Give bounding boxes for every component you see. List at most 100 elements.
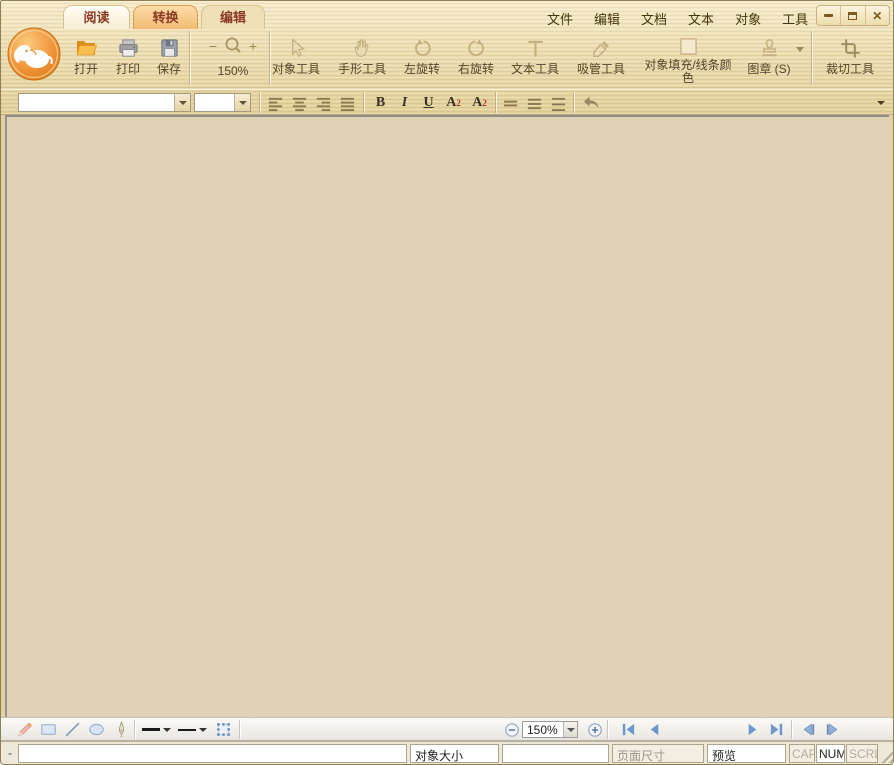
status-bar: - 对象大小 页面尺寸 预览 CAP NUM SCRL [1,741,894,765]
bottom-separator [607,720,608,739]
menu-tools[interactable]: 工具 [779,8,811,29]
tab-edit[interactable]: 编辑 [201,5,265,29]
menu-edit[interactable]: 编辑 [591,8,623,29]
align-justify-button[interactable] [336,92,359,114]
undo-icon [581,95,601,111]
printer-icon [117,32,140,60]
pencil-tool-button[interactable] [13,720,35,739]
pen-tool-button[interactable] [110,720,132,739]
tab-convert[interactable]: 转换 [133,5,198,29]
superscript-button[interactable]: A2 [441,92,466,114]
bottom-separator [134,720,135,739]
line-spacing-wide-icon [550,95,567,112]
cursor-arrow-icon [285,32,308,60]
rectangle-tool-button[interactable] [37,720,59,739]
toolbar-overflow-icon[interactable] [877,101,885,105]
page-zoom-in-button[interactable] [584,720,606,739]
align-right-button[interactable] [312,92,335,114]
select-objects-button[interactable] [212,720,234,739]
text-tool-button[interactable]: 文本工具 [505,32,565,85]
status-caps-lock: CAP [789,744,815,763]
app-logo-elephant-icon[interactable] [6,26,62,82]
line-style-icon [178,729,196,731]
stamp-tool-button[interactable]: 图章 (S) [739,32,799,85]
zoom-in-button[interactable]: + [249,39,257,53]
align-left-button[interactable] [264,92,287,114]
status-preview: 预览 [707,744,786,763]
font-family-value [19,94,174,111]
line-spacing-medium-button[interactable] [523,92,546,114]
font-size-value [195,94,234,111]
font-family-combo[interactable] [18,93,191,112]
save-floppy-icon [158,32,181,60]
menu-document[interactable]: 文档 [638,8,670,29]
eyedropper-tool-button[interactable]: 吸管工具 [571,32,631,85]
next-page-button[interactable] [741,720,763,739]
undo-button[interactable] [578,92,604,114]
align-center-button[interactable] [288,92,311,114]
previous-view-button[interactable] [797,720,819,739]
font-size-combo[interactable] [194,93,251,112]
ellipse-icon [87,720,106,739]
page-zoom-value: 150% [523,722,563,737]
line-weight-dropdown[interactable] [142,721,171,738]
hand-icon [351,32,374,60]
zoom-level-value[interactable]: 150% [197,64,269,78]
zoom-group: − + 150% [197,32,269,85]
line-spacing-tight-icon [502,95,519,112]
minimize-button[interactable] [817,6,841,25]
bold-button[interactable]: B [369,92,392,114]
close-button[interactable]: ✕ [866,6,889,25]
maximize-icon [848,12,857,20]
first-page-icon [620,721,637,738]
font-size-dropdown-icon[interactable] [234,94,250,111]
align-center-icon [291,95,308,112]
page-zoom-combo[interactable]: 150% [522,721,578,738]
maximize-button[interactable] [841,6,865,25]
format-separator [259,92,260,113]
stamp-dropdown-icon[interactable] [796,47,804,52]
line-style-caret-icon [199,728,207,732]
crop-icon [839,32,862,60]
save-button[interactable]: 保存 [147,32,191,85]
hand-tool-button[interactable]: 手形工具 [332,32,392,85]
next-view-button[interactable] [821,720,843,739]
menu-file[interactable]: 文件 [544,8,576,29]
object-tool-button[interactable]: 对象工具 [266,32,326,85]
previous-page-button[interactable] [643,720,665,739]
underline-button[interactable]: U [417,92,440,114]
subscript-button[interactable]: A2 [467,92,492,114]
last-page-button[interactable] [765,720,787,739]
resize-grip[interactable] [878,748,893,763]
rotate-right-button[interactable]: 右旋转 [451,32,501,85]
font-family-dropdown-icon[interactable] [174,94,190,111]
open-button[interactable]: 打开 [64,32,108,85]
tab-read[interactable]: 阅读 [63,5,130,29]
menu-text[interactable]: 文本 [685,8,717,29]
line-tool-button[interactable] [61,720,83,739]
rotate-right-icon [465,32,488,60]
rotate-left-button[interactable]: 左旋转 [397,32,447,85]
magnifier-icon[interactable] [222,35,244,57]
first-page-button[interactable] [617,720,639,739]
ellipse-tool-button[interactable] [85,720,107,739]
line-icon [63,720,82,739]
menu-object[interactable]: 对象 [732,8,764,29]
line-style-dropdown[interactable] [178,721,207,738]
italic-button[interactable]: I [393,92,416,114]
print-button[interactable]: 打印 [106,32,150,85]
pdf-editor-window: 阅读 转换 编辑 文件 编辑 文档 文本 对象 工具 帮助 ✕ [0,0,894,765]
color-swatch-icon [679,32,698,56]
toolbar-separator [189,31,190,85]
line-spacing-tight-button[interactable] [499,92,522,114]
fill-line-color-button[interactable]: 对象填充/线条颜色 [640,32,736,85]
status-message-field [18,744,407,763]
zoom-out-button[interactable]: − [209,39,217,53]
page-zoom-out-button[interactable] [501,720,523,739]
line-spacing-wide-button[interactable] [547,92,570,114]
status-num-lock: NUM [816,744,845,763]
crop-tool-button[interactable]: 裁切工具 [820,32,880,85]
page-zoom-dropdown-icon[interactable] [563,722,577,737]
document-canvas[interactable] [5,115,889,717]
status-left-value: - [8,746,12,760]
